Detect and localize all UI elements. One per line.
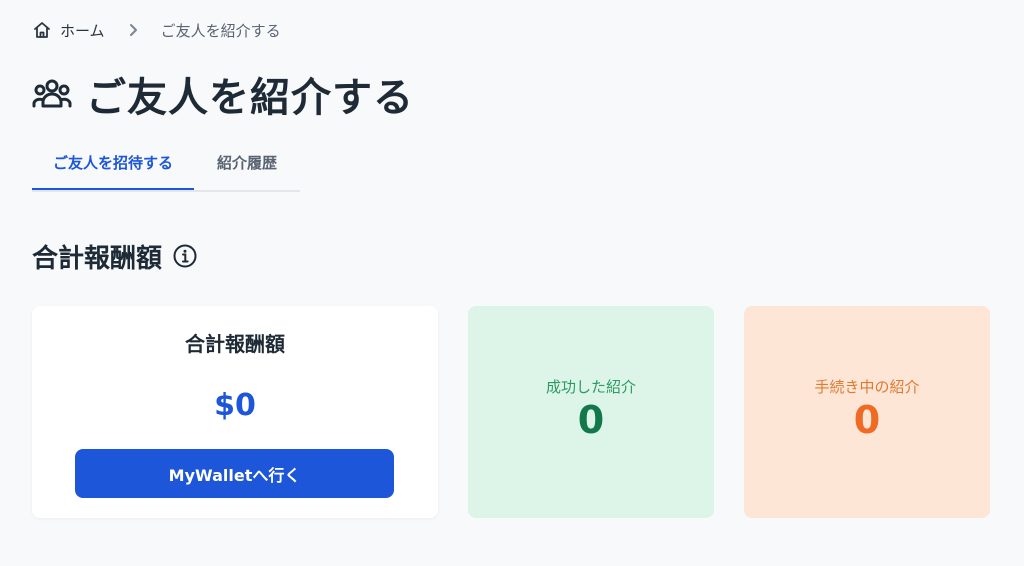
home-icon <box>32 20 52 40</box>
breadcrumb-home-link[interactable]: ホーム <box>32 20 105 41</box>
successful-referrals-label: 成功した紹介 <box>545 378 636 396</box>
pending-referrals-label: 手続き中の紹介 <box>814 378 920 396</box>
pending-referrals-count: 0 <box>853 398 881 442</box>
section-title: 合計報酬額 <box>32 243 163 274</box>
breadcrumb-home-label: ホーム <box>60 21 105 40</box>
page-header: ご友人を紹介する <box>32 64 414 124</box>
info-icon[interactable] <box>172 243 198 269</box>
breadcrumb: ホーム ご友人を紹介する <box>32 18 281 42</box>
users-group-icon <box>32 77 72 111</box>
page-title: ご友人を紹介する <box>86 75 414 121</box>
successful-referrals-card: 成功した紹介 0 <box>468 306 714 518</box>
total-reward-card: 合計報酬額 $0 MyWalletへ行く <box>32 306 438 518</box>
tab-invite-friends[interactable]: ご友人を招待する <box>32 136 194 190</box>
pending-referrals-card: 手続き中の紹介 0 <box>744 306 990 518</box>
tab-bar: ご友人を招待する 紹介履歴 <box>32 136 300 192</box>
total-reward-label: 合計報酬額 <box>185 332 285 356</box>
section-header: 合計報酬額 <box>32 236 198 276</box>
total-reward-amount: $0 <box>214 388 256 423</box>
tab-referral-history[interactable]: 紹介履歴 <box>194 136 300 188</box>
chevron-right-icon <box>127 23 139 37</box>
successful-referrals-count: 0 <box>577 398 605 442</box>
breadcrumb-current: ご友人を紹介する <box>160 21 281 40</box>
go-to-mywallet-button[interactable]: MyWalletへ行く <box>75 449 394 498</box>
